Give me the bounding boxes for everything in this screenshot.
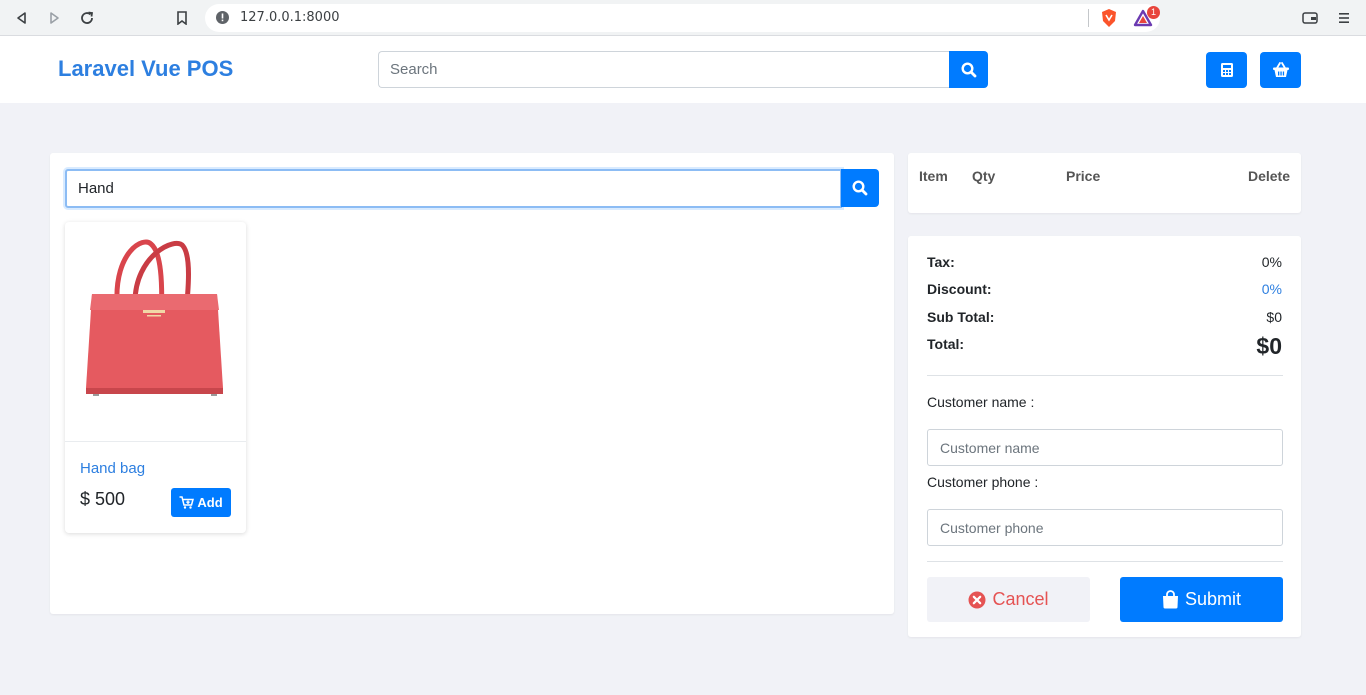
product-search-input[interactable] bbox=[65, 169, 842, 208]
total-label: Total: bbox=[927, 336, 965, 352]
add-to-cart-button[interactable]: Add bbox=[171, 488, 231, 517]
cart-plus-icon bbox=[179, 496, 195, 509]
customer-phone-input[interactable] bbox=[927, 509, 1283, 546]
form-divider bbox=[927, 561, 1283, 562]
product-price: $ 500 bbox=[80, 489, 126, 509]
tax-value: 0% bbox=[1261, 254, 1282, 270]
add-button-label: Add bbox=[197, 495, 223, 510]
address-divider bbox=[1088, 9, 1089, 27]
shopping-bag-icon bbox=[1162, 590, 1178, 609]
column-price: Price bbox=[1066, 168, 1101, 184]
cancel-button[interactable]: Cancel bbox=[927, 577, 1090, 622]
subtotal-value: $0 bbox=[1266, 309, 1282, 325]
site-info-icon[interactable] bbox=[215, 10, 230, 25]
column-item: Item bbox=[919, 168, 948, 184]
bookmark-icon[interactable] bbox=[172, 8, 192, 28]
total-value: $0 bbox=[1256, 333, 1282, 359]
discount-value[interactable]: 0% bbox=[1262, 281, 1282, 297]
browser-toolbar: 127.0.0.1:8000 1 bbox=[0, 0, 1366, 36]
brave-shield-icon[interactable] bbox=[1100, 8, 1118, 28]
subtotal-label: Sub Total: bbox=[927, 309, 995, 325]
back-icon[interactable] bbox=[12, 8, 32, 28]
reload-icon[interactable] bbox=[77, 8, 97, 28]
url-text: 127.0.0.1:8000 bbox=[240, 10, 340, 25]
calculator-button[interactable] bbox=[1206, 52, 1247, 88]
submit-button-label: Submit bbox=[1184, 589, 1242, 609]
product-card: Hand bag $ 500 Add bbox=[65, 222, 246, 533]
search-icon bbox=[960, 61, 976, 77]
app-header: Laravel Vue POS bbox=[0, 36, 1366, 103]
product-image bbox=[65, 222, 246, 442]
global-search-button[interactable] bbox=[949, 51, 988, 88]
cancel-button-label: Cancel bbox=[992, 589, 1049, 609]
discount-label: Discount: bbox=[927, 281, 992, 297]
order-summary-panel: Tax: 0% Discount: 0% Sub Total: $0 Total… bbox=[908, 236, 1301, 637]
cart-table-header: Item Qty Price Delete bbox=[908, 153, 1301, 213]
shopping-basket-icon bbox=[1272, 62, 1289, 77]
forward-icon[interactable] bbox=[44, 8, 64, 28]
brand-logo[interactable]: Laravel Vue POS bbox=[58, 56, 233, 82]
customer-name-label: Customer name : bbox=[927, 394, 1035, 410]
basket-button[interactable] bbox=[1260, 52, 1301, 88]
handbag-image bbox=[86, 239, 223, 396]
submit-button[interactable]: Submit bbox=[1120, 577, 1283, 622]
customer-phone-label: Customer phone : bbox=[927, 474, 1039, 490]
column-qty: Qty bbox=[972, 168, 996, 184]
address-bar[interactable]: 127.0.0.1:8000 bbox=[205, 4, 1160, 32]
global-search-input[interactable] bbox=[378, 51, 950, 88]
column-delete: Delete bbox=[1247, 168, 1290, 184]
product-panel: Hand bag $ 500 Add bbox=[50, 153, 894, 614]
product-search-button[interactable] bbox=[841, 169, 879, 207]
notification-badge: 1 bbox=[1147, 6, 1160, 19]
tax-label: Tax: bbox=[927, 254, 955, 270]
cash-register-icon bbox=[1220, 63, 1233, 77]
product-name[interactable]: Hand bag bbox=[80, 460, 145, 477]
summary-divider bbox=[927, 375, 1283, 376]
wallet-icon[interactable] bbox=[1300, 8, 1320, 28]
menu-icon[interactable] bbox=[1334, 8, 1354, 28]
times-circle-icon bbox=[968, 591, 986, 608]
customer-name-input[interactable] bbox=[927, 429, 1283, 466]
search-icon bbox=[852, 180, 868, 196]
